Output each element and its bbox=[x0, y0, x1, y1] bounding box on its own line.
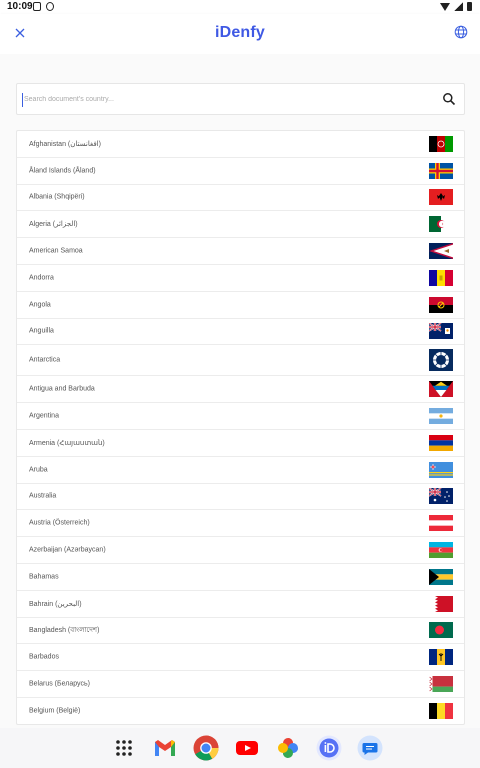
country-row-bahamas[interactable]: Bahamas bbox=[17, 564, 464, 591]
country-name: Albania (Shqipëri) bbox=[29, 193, 85, 201]
apps-grid-icon bbox=[116, 740, 132, 756]
country-row-argentina[interactable]: Argentina bbox=[17, 403, 464, 430]
flag-at-icon bbox=[429, 515, 453, 532]
messages-icon bbox=[357, 735, 383, 761]
photos-app[interactable] bbox=[274, 734, 302, 762]
country-row-antarctica[interactable]: Antarctica bbox=[17, 345, 464, 377]
country-name: Åland Islands (Åland) bbox=[29, 167, 96, 175]
system-dock bbox=[0, 728, 480, 768]
messages-app[interactable] bbox=[356, 734, 384, 762]
flag-dz-icon bbox=[429, 216, 453, 233]
country-row-bangladesh[interactable]: Bangladesh (বাংলাদেশ) bbox=[17, 618, 464, 645]
country-row-algeria[interactable]: Algeria (الجزائر) bbox=[17, 211, 464, 239]
country-name: American Samoa bbox=[29, 247, 83, 255]
country-row-belarus[interactable]: Belarus (Беларусь) bbox=[17, 671, 464, 698]
country-row-azerbaijan[interactable]: Azerbaijan (Azərbaycan) bbox=[17, 537, 464, 564]
flag-by-icon bbox=[429, 676, 453, 693]
country-name: Antarctica bbox=[29, 356, 61, 364]
flag-af-icon bbox=[429, 135, 453, 152]
flag-aw-icon bbox=[429, 461, 453, 478]
country-name: Algeria (الجزائر) bbox=[29, 221, 78, 229]
battery-icon bbox=[467, 2, 472, 11]
status-bar: 10:09 bbox=[0, 0, 480, 14]
flag-be-icon bbox=[429, 702, 453, 719]
notification-icon bbox=[46, 2, 54, 11]
flag-ad-icon bbox=[429, 269, 453, 286]
flag-al-icon bbox=[429, 189, 453, 206]
flag-ar-icon bbox=[429, 408, 453, 425]
apps-grid-button[interactable] bbox=[110, 734, 138, 762]
country-row-american-samoa[interactable]: American Samoa bbox=[17, 238, 464, 265]
country-row-afghanistan[interactable]: Afghanistan (افغانستان) bbox=[17, 131, 464, 158]
country-row-antigua-and-barbuda[interactable]: Antigua and Barbuda bbox=[17, 376, 464, 404]
country-row-angola[interactable]: Angola bbox=[17, 292, 464, 319]
main-content: Afghanistan (افغانستان) Åland Islands (Å… bbox=[0, 54, 480, 728]
country-row-belgium[interactable]: Belgium (België) bbox=[17, 698, 464, 724]
photos-icon bbox=[278, 738, 298, 758]
flag-ao-icon bbox=[429, 296, 453, 313]
text-cursor bbox=[22, 93, 23, 107]
country-row-australia[interactable]: Australia bbox=[17, 484, 464, 511]
signal-icon bbox=[454, 2, 463, 11]
country-name: Australia bbox=[29, 492, 57, 500]
sd-card-icon bbox=[33, 2, 41, 11]
flag-aq-icon bbox=[429, 349, 453, 372]
country-row-anguilla[interactable]: Anguilla bbox=[17, 319, 464, 346]
app-bar: iDenfy bbox=[0, 14, 480, 54]
country-name: Bangladesh (বাংলাদেশ) bbox=[29, 627, 100, 635]
idenfy-app-icon bbox=[316, 735, 342, 761]
country-name: Bahamas bbox=[29, 573, 59, 581]
country-name: Aruba bbox=[29, 466, 48, 474]
flag-ax-icon bbox=[429, 162, 453, 179]
flag-ag-icon bbox=[429, 381, 453, 398]
country-list: Afghanistan (افغانستان) Åland Islands (Å… bbox=[16, 130, 465, 725]
country-row-aruba[interactable]: Aruba bbox=[17, 457, 464, 484]
country-name: Antigua and Barbuda bbox=[29, 385, 95, 393]
flag-am-icon bbox=[429, 434, 453, 451]
youtube-icon bbox=[236, 741, 258, 755]
chrome-app[interactable] bbox=[192, 734, 220, 762]
country-name: Angola bbox=[29, 301, 51, 309]
flag-bb-icon bbox=[429, 649, 453, 666]
youtube-app[interactable] bbox=[233, 734, 261, 762]
country-row-andorra[interactable]: Andorra bbox=[17, 265, 464, 292]
country-name: Argentina bbox=[29, 412, 59, 420]
country-row-bahrain[interactable]: Bahrain (البحرين) bbox=[17, 591, 464, 618]
gmail-app[interactable] bbox=[151, 734, 179, 762]
flag-bd-icon bbox=[429, 622, 453, 639]
status-time: 10:09 bbox=[7, 1, 33, 12]
gmail-icon bbox=[155, 740, 175, 756]
flag-bs-icon bbox=[429, 568, 453, 585]
country-search[interactable] bbox=[16, 83, 465, 115]
country-name: Armenia (Հայաստան) bbox=[29, 439, 105, 447]
flag-ai-icon bbox=[429, 323, 453, 340]
country-row-aland-islands[interactable]: Åland Islands (Åland) bbox=[17, 158, 464, 185]
country-name: Belgium (België) bbox=[29, 707, 81, 715]
idenfy-app[interactable] bbox=[315, 734, 343, 762]
country-name: Belarus (Беларусь) bbox=[29, 680, 90, 688]
country-name: Afghanistan (افغانستان) bbox=[29, 140, 101, 148]
country-name: Austria (Österreich) bbox=[29, 519, 90, 527]
flag-az-icon bbox=[429, 542, 453, 559]
country-name: Barbados bbox=[29, 653, 59, 661]
country-name: Azerbaijan (Azərbaycan) bbox=[29, 546, 106, 554]
wifi-icon bbox=[440, 2, 450, 11]
app-title: iDenfy bbox=[214, 24, 266, 41]
flag-bh-icon bbox=[429, 595, 453, 612]
flag-as-icon bbox=[429, 243, 453, 260]
globe-icon bbox=[454, 25, 468, 39]
country-name: Andorra bbox=[29, 274, 54, 282]
country-row-barbados[interactable]: Barbados bbox=[17, 644, 464, 672]
country-row-austria[interactable]: Austria (Österreich) bbox=[17, 510, 464, 538]
search-input[interactable] bbox=[24, 84, 424, 114]
language-button[interactable] bbox=[454, 25, 468, 39]
search-icon[interactable] bbox=[442, 92, 456, 106]
flag-au-icon bbox=[429, 488, 453, 505]
chrome-icon bbox=[193, 735, 219, 761]
country-name: Bahrain (البحرين) bbox=[29, 600, 82, 608]
country-row-armenia[interactable]: Armenia (Հայաստան) bbox=[17, 430, 464, 457]
country-name: Anguilla bbox=[29, 327, 54, 335]
country-row-albania[interactable]: Albania (Shqipëri) bbox=[17, 185, 464, 212]
